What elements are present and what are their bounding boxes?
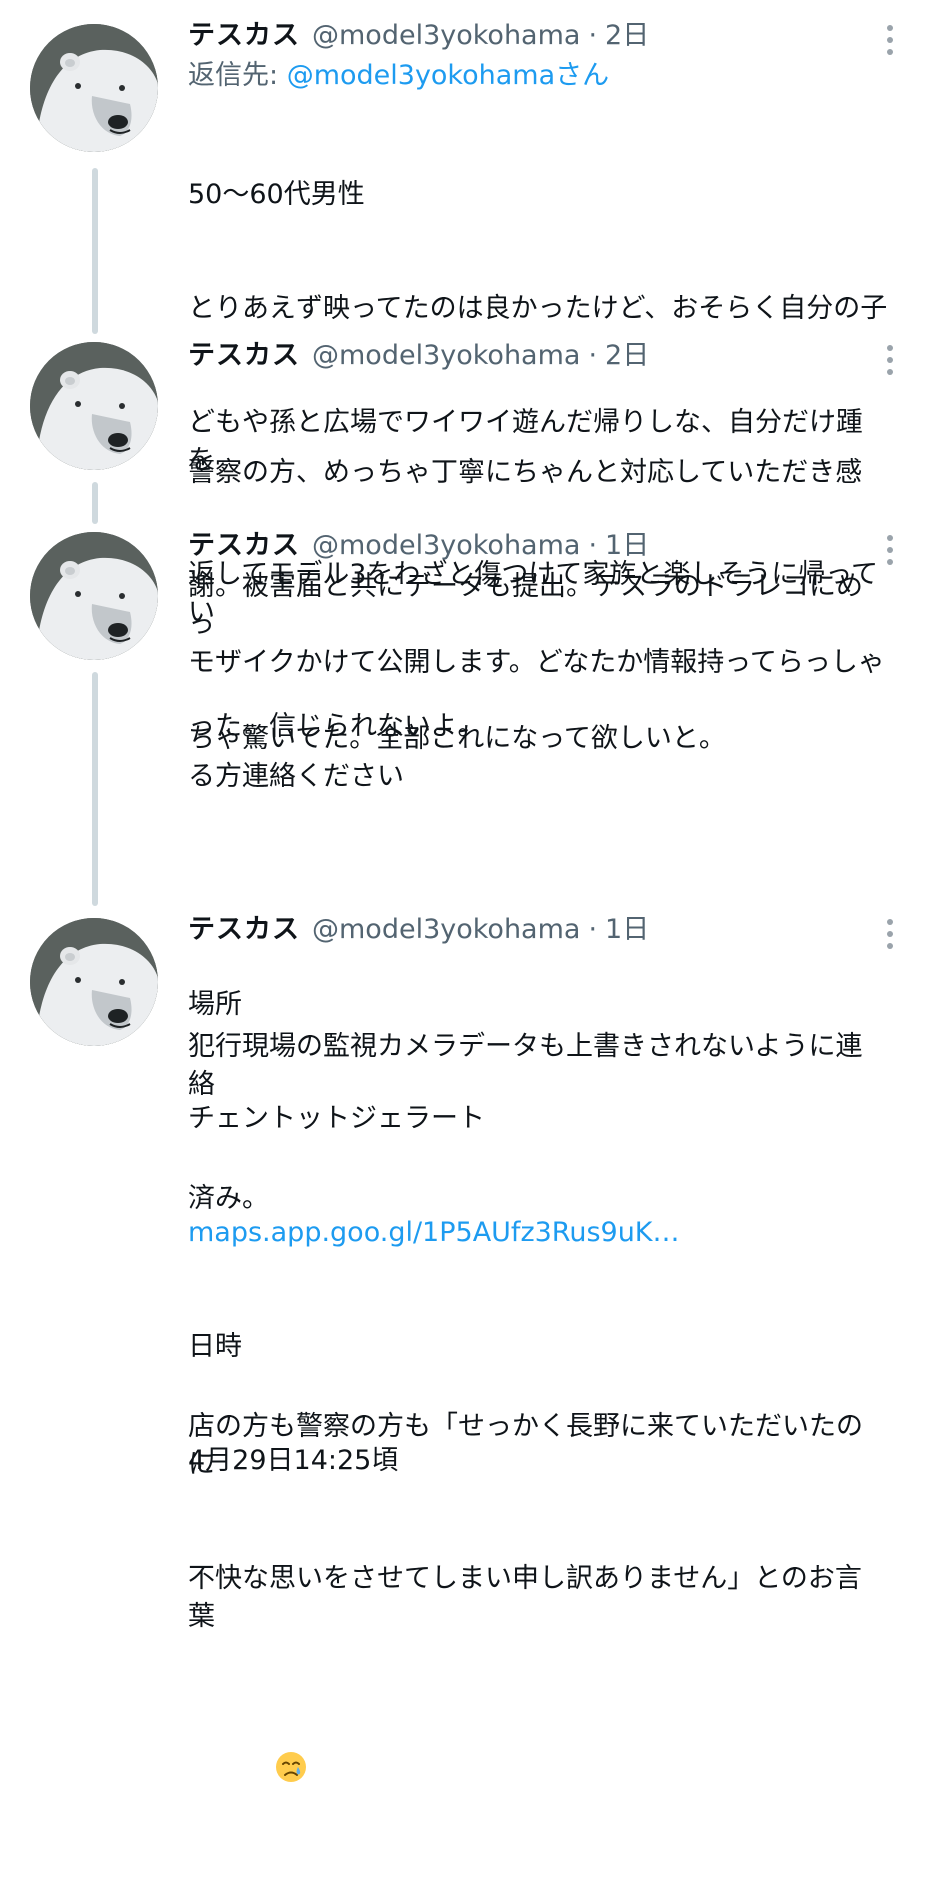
tweet-text-line: 不快な思いをさせてしまい申し訳ありません」とのお言葉 (188, 1563, 862, 1632)
polar-bear-avatar-icon (30, 918, 158, 1046)
avatar[interactable] (30, 342, 158, 470)
display-name[interactable]: テスカス (188, 18, 300, 54)
tweet-text-line: とりあえず映ってたのは良かったけど、おそらく自分の子 (188, 293, 888, 324)
timestamp[interactable]: 2日 (605, 338, 649, 374)
tweet-header: テスカス @model3yokohama · 2日 (188, 18, 888, 54)
polar-bear-avatar-icon (30, 24, 158, 152)
emoji-line (188, 1712, 888, 1827)
tweet-text-line: モザイクかけて公開します。どなたか情報持ってらっしゃ (188, 647, 885, 678)
timestamp[interactable]: 1日 (605, 528, 649, 564)
tweet-thread: テスカス @model3yokohama · 2日 返信先: @model3yo… (0, 0, 940, 1782)
separator-dot: · (588, 530, 598, 561)
reply-to-label: 返信先: (188, 60, 287, 91)
crying-face-icon (275, 1752, 306, 1782)
more-options-icon[interactable] (882, 22, 898, 58)
more-options-icon[interactable] (882, 532, 898, 568)
avatar[interactable] (30, 532, 158, 660)
tweet[interactable]: テスカス @model3yokohama · 1日 犯行現場の監視カメラデータも… (0, 904, 940, 1782)
tweet-text-line: る方連絡ください (188, 761, 404, 792)
tweet-header: テスカス @model3yokohama · 1日 (188, 528, 888, 564)
tweet-text: 犯行現場の監視カメラデータも上書きされないように連絡 済み。 店の方も警察の方も… (188, 952, 888, 1903)
tweet[interactable]: テスカス @model3yokohama · 1日 モザイクかけて公開します。ど… (0, 520, 940, 1476)
user-handle[interactable]: @model3yokohama (312, 528, 580, 564)
tweet-text-line: 警察の方、めっちゃ丁寧にちゃんと対応していただき感 (188, 457, 863, 488)
tweet[interactable]: テスカス @model3yokohama · 2日 警察の方、めっちゃ丁寧にちゃ… (0, 330, 940, 754)
reply-to-handle-link[interactable]: @model3yokohamaさん (287, 60, 609, 91)
timestamp[interactable]: 1日 (605, 912, 649, 948)
polar-bear-avatar-icon (30, 532, 158, 660)
avatar[interactable] (30, 918, 158, 1046)
separator-dot: · (588, 20, 598, 51)
reply-to-line: 返信先: @model3yokohamaさん (188, 56, 888, 96)
tweet-text-line: 50〜60代男性 (188, 179, 365, 210)
tweet-text-line: 済み。 (188, 1183, 269, 1214)
separator-dot: · (588, 914, 598, 945)
tweet-text-line: 店の方も警察の方も「せっかく長野に来ていただいたのに (188, 1411, 863, 1480)
display-name[interactable]: テスカス (188, 338, 300, 374)
tweet-text-blank-line (188, 1294, 888, 1332)
user-handle[interactable]: @model3yokohama (312, 912, 580, 948)
display-name[interactable]: テスカス (188, 528, 300, 564)
polar-bear-avatar-icon (30, 342, 158, 470)
tweet-header: テスカス @model3yokohama · 1日 (188, 912, 888, 948)
tweet-header: テスカス @model3yokohama · 2日 (188, 338, 888, 374)
separator-dot: · (588, 340, 598, 371)
more-options-icon[interactable] (882, 916, 898, 952)
tweet[interactable]: テスカス @model3yokohama · 2日 返信先: @model3yo… (0, 0, 940, 742)
timestamp[interactable]: 2日 (605, 18, 649, 54)
display-name[interactable]: テスカス (188, 912, 300, 948)
user-handle[interactable]: @model3yokohama (312, 18, 580, 54)
tweet-text-line: 犯行現場の監視カメラデータも上書きされないように連絡 (188, 1031, 863, 1100)
user-handle[interactable]: @model3yokohama (312, 338, 580, 374)
avatar[interactable] (30, 24, 158, 152)
more-options-icon[interactable] (882, 342, 898, 378)
